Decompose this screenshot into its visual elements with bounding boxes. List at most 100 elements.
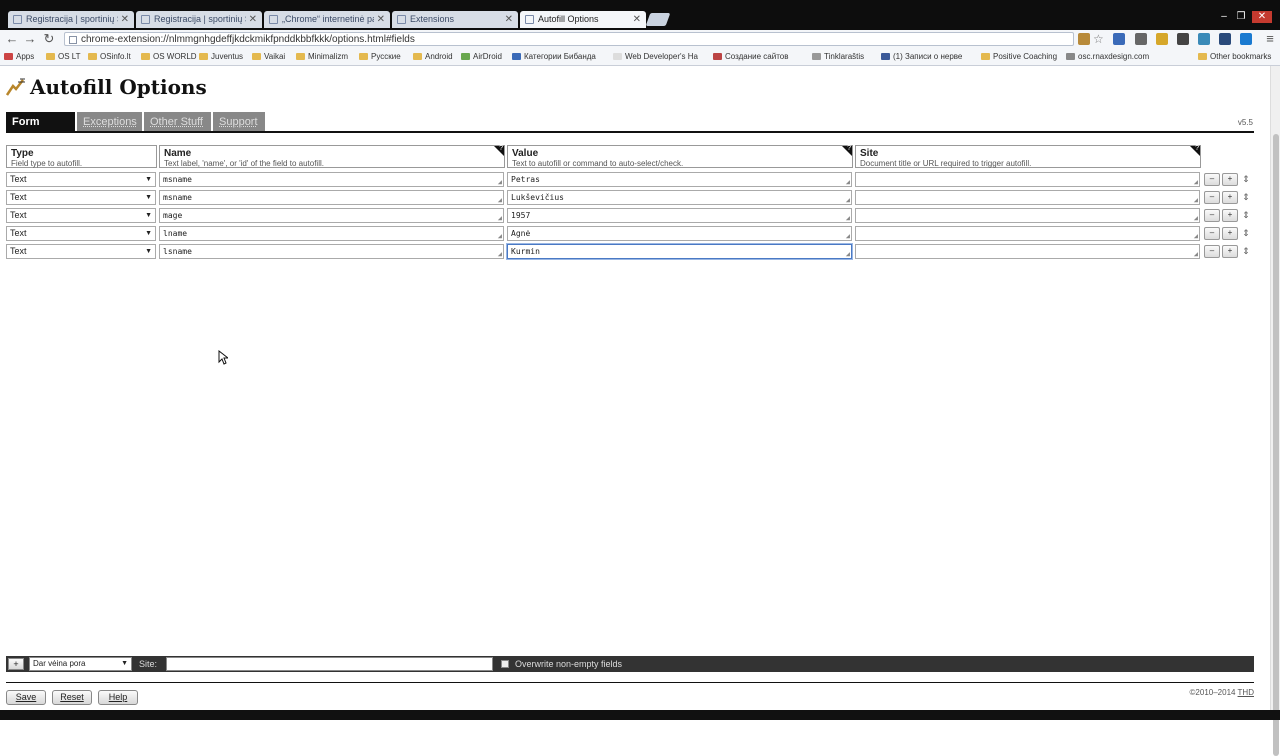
type-select[interactable]: Text ▼ [6,190,156,205]
star-icon[interactable]: ☆ [1093,33,1105,45]
extension-icon[interactable] [1177,33,1189,45]
add-row-button[interactable]: + [1222,245,1238,258]
remove-row-button[interactable]: – [1204,209,1220,222]
add-row-button[interactable]: + [1222,227,1238,240]
name-input[interactable]: lsname ◢ [159,244,504,259]
resize-grip-icon[interactable]: ◢ [846,197,850,204]
resize-grip-icon[interactable]: ◢ [1194,197,1198,204]
scrollbar-thumb[interactable] [1273,134,1279,756]
bookmark-item[interactable]: Web Developer's Ha [613,51,698,63]
extension-icon[interactable] [1219,33,1231,45]
profile-site-input[interactable] [166,657,493,671]
resize-grip-icon[interactable]: ◢ [846,251,850,258]
extension-icon[interactable] [1156,33,1168,45]
resize-grip-icon[interactable]: ◢ [498,215,502,222]
drag-handle-icon[interactable]: ⇕ [1242,208,1250,223]
bookmark-item[interactable]: Minimalizm [296,51,348,63]
browser-tab-2[interactable]: Registracija | sportinių Soc ✕ [136,11,262,28]
restore-icon[interactable]: ❐ [1233,11,1249,23]
bookmark-item[interactable]: AirDroid [461,51,502,63]
bookmark-item[interactable]: Vaikai [252,51,285,63]
type-select[interactable]: Text ▼ [6,244,156,259]
help-icon[interactable]: ? [842,145,852,156]
value-input[interactable]: Agnė ◢ [507,226,852,241]
extension-icon[interactable] [1240,33,1252,45]
remove-row-button[interactable]: – [1204,227,1220,240]
value-input[interactable]: Kurmin ◢ [507,244,852,259]
bookmark-item[interactable]: Apps [4,51,34,63]
close-icon[interactable]: ✕ [249,11,257,28]
type-select[interactable]: Text ▼ [6,226,156,241]
bookmark-item[interactable]: Tinklaraštis [812,51,864,63]
drag-handle-icon[interactable]: ⇕ [1242,226,1250,241]
save-button[interactable]: Save [6,690,46,705]
forward-icon[interactable]: → [22,31,38,47]
bookmark-item[interactable]: Android [413,51,453,63]
add-row-button[interactable]: + [1222,173,1238,186]
overwrite-label[interactable]: Overwrite non-empty fields [515,657,622,671]
name-input[interactable]: mage ◢ [159,208,504,223]
overwrite-checkbox[interactable] [501,660,509,668]
resize-grip-icon[interactable]: ◢ [498,179,502,186]
bookmark-item[interactable]: Other bookmarks [1198,51,1271,63]
browser-tab-3[interactable]: „Chrome“ internetinė parc ✕ [264,11,390,28]
bookmark-item[interactable]: Juventus [199,51,243,63]
close-icon[interactable]: ✕ [505,11,513,28]
resize-grip-icon[interactable]: ◢ [498,251,502,258]
type-select[interactable]: Text ▼ [6,172,156,187]
resize-grip-icon[interactable]: ◢ [1194,233,1198,240]
value-input[interactable]: Petras ◢ [507,172,852,187]
bookmark-item[interactable]: Русские [359,51,401,63]
site-input[interactable]: ◢ [855,172,1200,187]
resize-grip-icon[interactable]: ◢ [1194,215,1198,222]
profile-select[interactable]: Dar vėina pora ▼ [29,657,132,671]
name-input[interactable]: msname ◢ [159,172,504,187]
browser-tab-4[interactable]: Extensions ✕ [392,11,518,28]
bookmark-item[interactable]: OS LT [46,51,81,63]
drag-handle-icon[interactable]: ⇕ [1242,244,1250,259]
remove-row-button[interactable]: – [1204,245,1220,258]
tab-exceptions[interactable]: Exceptions [77,112,142,132]
reset-button[interactable]: Reset [52,690,92,705]
tab-form-fields[interactable]: Form Fields [6,112,75,148]
name-input[interactable]: lname ◢ [159,226,504,241]
resize-grip-icon[interactable]: ◢ [498,197,502,204]
extension-icon[interactable] [1135,33,1147,45]
site-input[interactable]: ◢ [855,244,1200,259]
bookmark-item[interactable]: (1) Записи о нерве [881,51,962,63]
new-tab-button[interactable] [645,13,671,26]
help-button[interactable]: Help [98,690,138,705]
window-close-icon[interactable]: ✕ [1252,11,1272,23]
tab-support[interactable]: Support [213,112,265,132]
name-input[interactable]: msname ◢ [159,190,504,205]
resize-grip-icon[interactable]: ◢ [498,233,502,240]
author-link[interactable]: THD [1238,688,1254,697]
address-bar[interactable]: chrome-extension://nlmmgnhgdeffjkdckmikf… [64,32,1074,46]
resize-grip-icon[interactable]: ◢ [846,215,850,222]
bookmark-item[interactable]: Категории Бибанда [512,51,596,63]
remove-row-button[interactable]: – [1204,173,1220,186]
extension-icon[interactable] [1078,33,1090,45]
page-scrollbar[interactable] [1270,66,1280,756]
close-icon[interactable]: ✕ [633,11,641,28]
help-icon[interactable]: ? [494,145,504,156]
bookmark-item[interactable]: Создание сайтов [713,51,789,63]
extension-icon[interactable] [1198,33,1210,45]
resize-grip-icon[interactable]: ◢ [846,233,850,240]
browser-tab-5[interactable]: Autofill Options ✕ [520,11,646,28]
close-icon[interactable]: ✕ [121,11,129,28]
drag-handle-icon[interactable]: ⇕ [1242,190,1250,205]
site-input[interactable]: ◢ [855,190,1200,205]
add-rule-button[interactable]: + [8,658,24,670]
add-row-button[interactable]: + [1222,209,1238,222]
bookmark-item[interactable]: OSinfo.lt [88,51,131,63]
browser-tab-1[interactable]: Registracija | sportinių Soc ✕ [8,11,134,28]
tab-other-stuff[interactable]: Other Stuff [144,112,211,132]
bookmark-item[interactable]: osc.rnaxdesign.com [1066,51,1149,63]
close-icon[interactable]: ✕ [377,11,385,28]
reload-icon[interactable]: ↻ [41,31,57,47]
bookmark-item[interactable]: Positive Coaching [981,51,1057,63]
menu-icon[interactable]: ≡ [1262,31,1278,47]
help-icon[interactable]: ? [1190,145,1200,156]
site-input[interactable]: ◢ [855,226,1200,241]
